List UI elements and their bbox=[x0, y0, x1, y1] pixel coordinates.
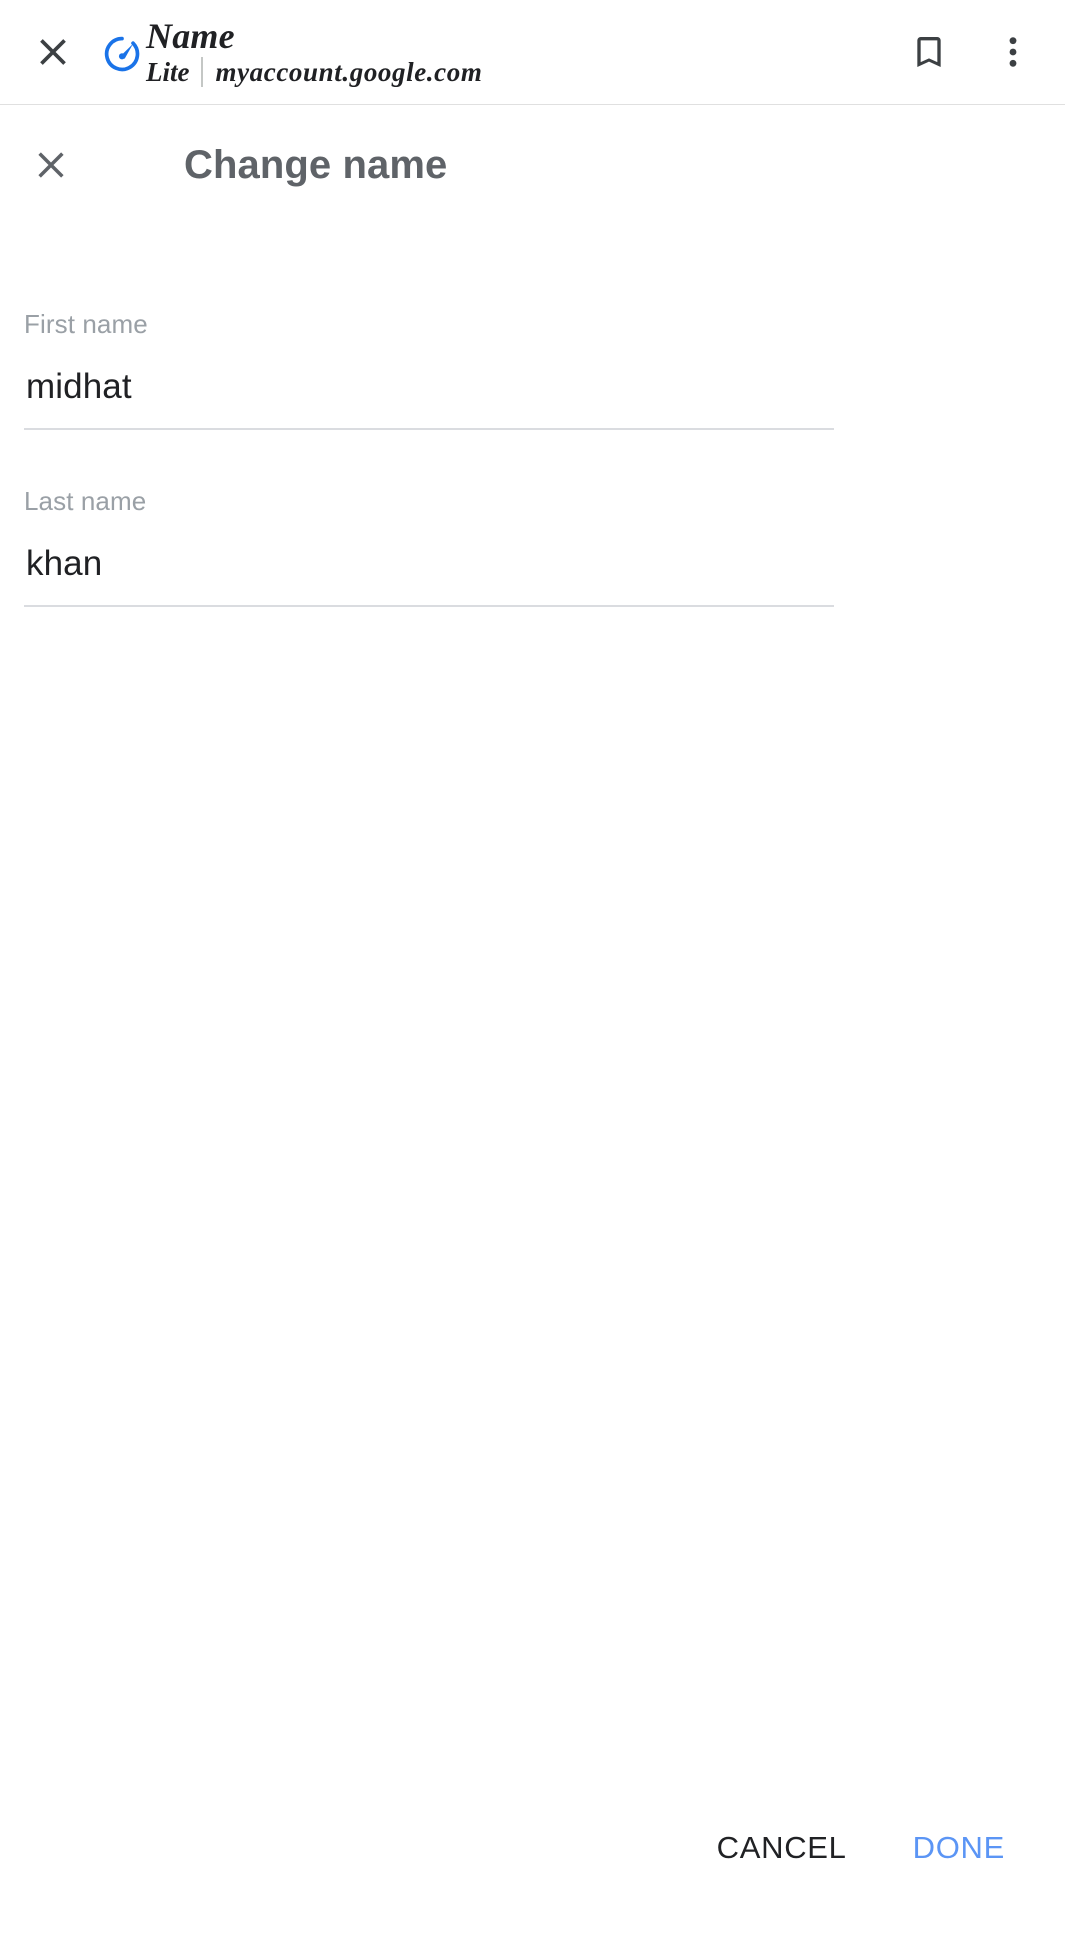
identity-text: Name Lite myaccount.google.com bbox=[146, 15, 483, 88]
done-button[interactable]: DONE bbox=[909, 1819, 1009, 1876]
close-tab-button[interactable] bbox=[22, 21, 84, 83]
name-form: First name Last name bbox=[0, 225, 1065, 1819]
cancel-button[interactable]: CANCEL bbox=[713, 1819, 851, 1876]
dialog-header: Change name bbox=[0, 105, 1065, 225]
first-name-label: First name bbox=[24, 309, 148, 339]
close-icon bbox=[30, 144, 72, 186]
dialog-actions: CANCEL DONE bbox=[0, 1819, 1065, 1932]
speedometer-icon bbox=[100, 32, 144, 76]
first-name-input[interactable] bbox=[24, 366, 834, 431]
last-name-field: Last name bbox=[24, 486, 834, 608]
bookmark-button[interactable] bbox=[899, 22, 959, 82]
close-icon bbox=[31, 30, 75, 74]
page-content: Change name First name Last name CANCEL … bbox=[0, 105, 1065, 1932]
browser-toolbar: Name Lite myaccount.google.com bbox=[0, 0, 1065, 105]
bookmark-icon bbox=[909, 32, 949, 72]
origin-row: Lite myaccount.google.com bbox=[146, 56, 483, 88]
overflow-menu-button[interactable] bbox=[983, 22, 1043, 82]
dialog-close-button[interactable] bbox=[22, 136, 80, 194]
toolbar-actions bbox=[899, 22, 1043, 82]
last-name-input[interactable] bbox=[24, 543, 834, 608]
page-title: Name bbox=[146, 15, 235, 56]
page-identity[interactable]: Name Lite myaccount.google.com bbox=[100, 15, 887, 88]
origin-label: myaccount.google.com bbox=[215, 56, 483, 87]
more-vertical-icon bbox=[993, 32, 1033, 72]
last-name-label: Last name bbox=[24, 486, 147, 517]
first-name-field: First name bbox=[24, 309, 834, 431]
vertical-divider bbox=[201, 57, 204, 88]
page-title-heading: Change name bbox=[184, 142, 448, 187]
screen: Name Lite myaccount.google.com Change na… bbox=[0, 0, 1065, 1933]
lite-mode-label: Lite bbox=[146, 56, 190, 87]
